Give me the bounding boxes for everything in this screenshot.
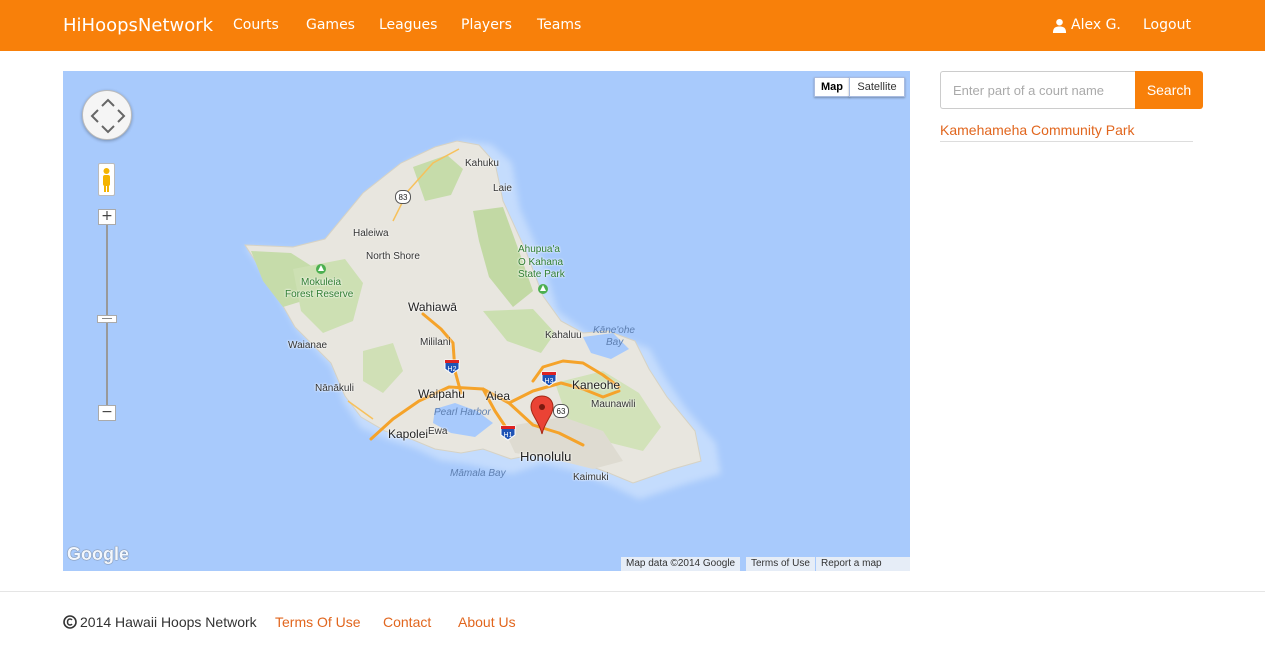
- pegman-icon: [103, 168, 110, 192]
- map-terms-link[interactable]: Terms of Use: [746, 557, 815, 571]
- oahu-land: [244, 140, 721, 500]
- zoom-out-button[interactable]: −: [98, 405, 116, 421]
- place-label: Wahiawā: [408, 300, 457, 314]
- search-button[interactable]: Search: [1135, 71, 1203, 109]
- svg-text:H1: H1: [504, 432, 513, 439]
- place-label: Kāne'ohe: [593, 325, 635, 336]
- zoom-in-button[interactable]: +: [98, 209, 116, 225]
- zoom-slider-handle[interactable]: [97, 315, 117, 323]
- court-result-link[interactable]: Kamehameha Community Park: [940, 122, 1135, 138]
- user-icon: [1052, 18, 1067, 33]
- google-logo[interactable]: Google: [67, 544, 129, 565]
- footer-divider: [0, 591, 1265, 592]
- place-label: Haleiwa: [353, 228, 389, 239]
- svg-text:83: 83: [399, 193, 408, 202]
- place-label: Waianae: [288, 340, 328, 351]
- place-label: Kaimuki: [573, 472, 609, 483]
- svg-text:63: 63: [557, 407, 566, 416]
- nav-leagues[interactable]: Leagues: [379, 17, 437, 33]
- place-label: Forest Reserve: [285, 289, 354, 300]
- place-label: Laie: [493, 183, 512, 194]
- place-label: Kapolei: [388, 427, 429, 441]
- footer-contact-link[interactable]: Contact: [383, 614, 431, 630]
- place-label: Mililani: [420, 337, 451, 348]
- place-label: Maunawili: [591, 399, 636, 410]
- court-search-input[interactable]: [940, 71, 1135, 109]
- place-label: Ahupua'a: [518, 244, 560, 255]
- navbar: HiHoopsNetwork Courts Games Leagues Play…: [0, 0, 1265, 51]
- place-label: O Kahana: [518, 257, 564, 268]
- copyright-icon: [63, 615, 77, 629]
- pan-control[interactable]: [82, 90, 132, 140]
- place-label: Kahuku: [465, 158, 499, 169]
- highway-shield-83: 83: [395, 190, 411, 204]
- place-label: Nānākuli: [315, 383, 354, 394]
- result-divider: [940, 141, 1193, 142]
- highway-shield-h3: H3: [541, 371, 557, 387]
- park-icon: [538, 284, 548, 294]
- nav-players[interactable]: Players: [461, 17, 512, 33]
- place-label: Pearl Harbor: [434, 407, 491, 418]
- copyright-text: 2014 Hawaii Hoops Network: [80, 614, 257, 630]
- place-label: North Shore: [366, 251, 420, 262]
- street-view-pegman[interactable]: [98, 163, 115, 196]
- highway-shield-h2: H2: [444, 359, 460, 375]
- place-label: Bay: [606, 337, 624, 348]
- park-icon: [316, 264, 326, 274]
- nav-courts[interactable]: Courts: [233, 17, 279, 33]
- user-name: Alex G.: [1071, 17, 1121, 33]
- place-label: Ewa: [428, 426, 448, 437]
- footer-terms-link[interactable]: Terms Of Use: [275, 614, 361, 630]
- place-label: Kaneohe: [572, 378, 621, 392]
- logout-link[interactable]: Logout: [1143, 17, 1191, 33]
- place-label: Waipahu: [418, 387, 465, 401]
- map-report-error-link[interactable]: Report a map error: [816, 557, 910, 571]
- map-data-attribution: Map data ©2014 Google: [621, 557, 741, 571]
- place-label: Kahaluu: [545, 330, 582, 341]
- place-label: Mokuleia: [301, 277, 342, 288]
- footer-copyright: 2014 Hawaii Hoops Network: [63, 614, 257, 630]
- pan-arrows-icon: [90, 98, 126, 134]
- place-label: Māmala Bay: [450, 468, 506, 479]
- place-label: Honolulu: [520, 449, 572, 464]
- highway-shield-63: 63: [553, 404, 569, 418]
- place-label: Aiea: [486, 389, 511, 403]
- svg-text:H3: H3: [545, 378, 554, 385]
- court-map[interactable]: Kahuku Laie Haleiwa North Shore Ahupua'a…: [63, 71, 910, 571]
- brand-logo[interactable]: HiHoopsNetwork: [63, 15, 213, 36]
- footer-about-link[interactable]: About Us: [458, 614, 516, 630]
- nav-teams[interactable]: Teams: [537, 17, 581, 33]
- user-menu[interactable]: Alex G.: [1052, 17, 1121, 33]
- svg-text:H2: H2: [448, 366, 457, 373]
- highway-shield-h1: H1: [500, 425, 516, 441]
- nav-games[interactable]: Games: [306, 17, 355, 33]
- place-label: State Park: [518, 269, 565, 280]
- map-type-map-button[interactable]: Map: [814, 77, 850, 97]
- court-marker-icon[interactable]: [530, 395, 554, 435]
- map-type-satellite-button[interactable]: Satellite: [849, 77, 905, 97]
